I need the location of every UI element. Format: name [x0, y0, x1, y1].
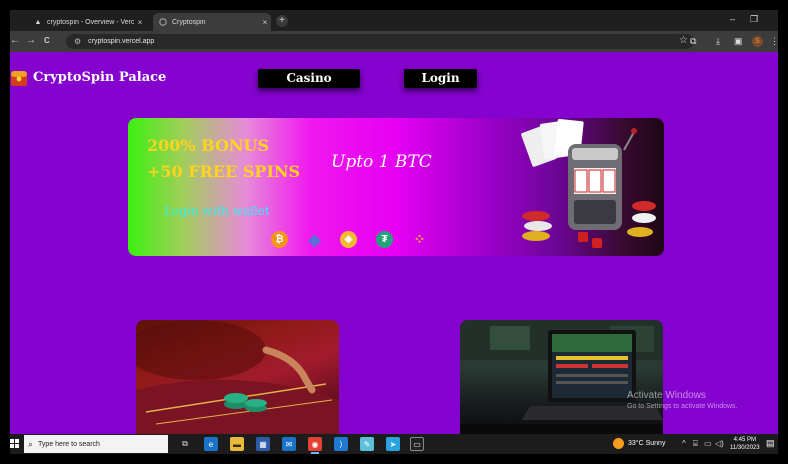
browser-tabbar: ▲ cryptospin - Overview - Vercel × Crypt…: [10, 10, 778, 31]
file-explorer-icon[interactable]: ▬: [230, 437, 244, 451]
vercel-triangle-icon: ▲: [34, 18, 42, 26]
site-logo[interactable]: CryptoSpin Palace: [10, 66, 166, 88]
restore-button[interactable]: ❐: [750, 14, 758, 25]
address-text: cryptospin.vercel.app: [88, 38, 155, 45]
address-bar[interactable]: ⚙ cryptospin.vercel.app ☆: [66, 34, 694, 49]
task-view-icon[interactable]: ⧉: [178, 437, 192, 451]
weather-condition: Sunny: [645, 440, 666, 447]
bitcoin-icon: ₿: [271, 231, 288, 248]
new-tab-button[interactable]: +: [276, 15, 288, 27]
taskbar-search-input[interactable]: ⌕ Type here to search: [24, 435, 168, 453]
sun-icon: [613, 438, 624, 449]
page-content: CryptoSpin Palace Casino Login 200% BONU…: [10, 52, 778, 434]
mail-icon[interactable]: ✉: [282, 437, 296, 451]
close-tab-icon[interactable]: ×: [134, 18, 146, 27]
site-settings-icon[interactable]: ⚙: [74, 37, 81, 46]
clock-time: 4:45 PM: [733, 437, 756, 443]
volume-icon[interactable]: ◁): [715, 439, 724, 448]
nav-login-button[interactable]: Login: [404, 69, 477, 88]
nav-casino-button[interactable]: Casino: [258, 69, 360, 88]
taskbar-clock[interactable]: 4:45 PM 11/30/2023: [730, 436, 760, 452]
promo-banner[interactable]: 200% BONUS +50 FREE SPINS Upto 1 BTC Log…: [128, 118, 664, 256]
terminal-icon[interactable]: ▭: [410, 437, 424, 451]
extensions-icon[interactable]: ⧉: [690, 36, 696, 47]
search-icon: ⌕: [28, 438, 34, 449]
bookmark-star-icon[interactable]: ☆: [679, 35, 688, 46]
search-placeholder: Type here to search: [38, 440, 100, 448]
tab-title: Cryptospin: [172, 18, 206, 26]
slot-machine-illustration: [521, 118, 656, 248]
sports-betting-card[interactable]: [460, 320, 663, 434]
edge-icon[interactable]: e: [204, 437, 218, 451]
tray-chevron-icon[interactable]: ^: [682, 439, 686, 448]
telegram-icon[interactable]: ➤: [386, 437, 400, 451]
banner-tagline: Upto 1 BTC: [331, 152, 432, 172]
browser-toolbar: ← → C ⚙ cryptospin.vercel.app ☆ ⧉ ⤓ ▣ S …: [10, 31, 779, 52]
store-icon[interactable]: ▦: [256, 437, 270, 451]
bonus-line-1: 200% BONUS: [147, 136, 270, 155]
profile-avatar[interactable]: S: [752, 36, 763, 47]
chrome-icon[interactable]: ◉: [308, 437, 322, 454]
weather-temp: 33°C: [628, 440, 644, 447]
back-icon[interactable]: ←: [10, 35, 20, 46]
binance-chain-icon: ⁘: [413, 231, 426, 247]
windows-taskbar: ⌕ Type here to search ⧉ e ▬ ▦ ✉ ◉ ⟩ ✎ ➤ …: [10, 434, 778, 454]
notes-icon[interactable]: ✎: [360, 437, 374, 451]
notification-icon[interactable]: ▤: [766, 438, 775, 449]
bnb-icon: ◈: [340, 231, 357, 248]
activate-windows-watermark: Activate Windows Go to Settings to activ…: [627, 390, 738, 410]
globe-icon: [159, 18, 167, 26]
brand-name: CryptoSpin Palace: [33, 69, 167, 85]
menu-icon[interactable]: ⋮: [770, 36, 779, 47]
screen: ▲ cryptospin - Overview - Vercel × Crypt…: [0, 0, 788, 464]
roulette-table-image: [136, 320, 339, 434]
chest-logo-icon: [11, 71, 27, 86]
laptop-sportsbook-image: [460, 320, 663, 434]
windows-start-icon[interactable]: [10, 439, 19, 451]
network-icon[interactable]: ⌸: [693, 439, 698, 449]
tether-icon: ₮: [376, 231, 393, 248]
casino-card[interactable]: [136, 320, 339, 434]
login-with-wallet-link[interactable]: Login with wallet: [164, 204, 270, 218]
watermark-subtitle: Go to Settings to activate Windows.: [627, 403, 738, 410]
minimize-button[interactable]: –: [730, 14, 735, 24]
tab-vercel-overview[interactable]: ▲ cryptospin - Overview - Vercel ×: [28, 13, 146, 31]
download-icon[interactable]: ⤓: [716, 36, 720, 47]
vscode-icon[interactable]: ⟩: [334, 437, 348, 451]
reload-icon[interactable]: C: [44, 36, 50, 45]
weather-widget[interactable]: 33°C Sunny: [613, 438, 665, 449]
sidepanel-icon[interactable]: ▣: [734, 36, 743, 47]
close-tab-icon[interactable]: ×: [259, 18, 271, 27]
watermark-title: Activate Windows: [627, 390, 706, 401]
bonus-line-2: +50 FREE SPINS: [147, 162, 301, 181]
battery-icon[interactable]: ▭: [704, 439, 712, 448]
ethereum-icon: ◆: [308, 231, 321, 249]
tab-cryptospin[interactable]: Cryptospin ×: [153, 13, 271, 31]
clock-date: 11/30/2023: [730, 445, 760, 451]
forward-icon[interactable]: →: [26, 35, 36, 46]
tab-title: cryptospin - Overview - Vercel: [47, 18, 134, 26]
